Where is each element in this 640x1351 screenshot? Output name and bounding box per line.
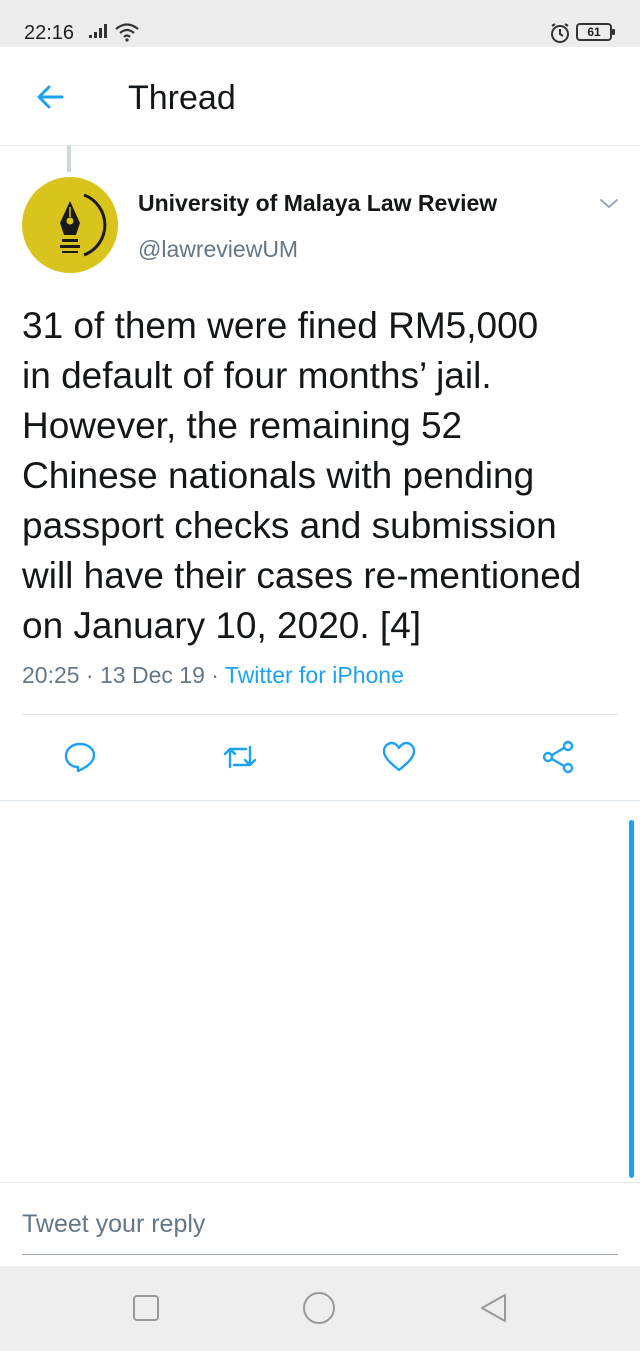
status-bar: 22:16 61 [0, 0, 640, 47]
author-name[interactable]: University of Malaya Law Review [138, 190, 497, 217]
alarm-icon [549, 22, 571, 49]
app-bar: Thread [0, 47, 640, 146]
avatar[interactable] [22, 177, 118, 273]
scrollbar[interactable] [629, 820, 634, 1178]
tweet-date: 13 Dec 19 [100, 662, 205, 688]
system-nav-bar [0, 1266, 640, 1351]
tweet-source-link[interactable]: Twitter for iPhone [225, 662, 404, 688]
share-icon[interactable] [540, 739, 576, 775]
thread-connector [67, 146, 71, 172]
page-title: Thread [128, 79, 236, 117]
meta-separator: · [211, 662, 219, 688]
battery-icon: 61 [576, 23, 615, 41]
tweet-time: 20:25 [22, 662, 80, 688]
retweet-icon[interactable] [221, 739, 257, 775]
tweet-actions [0, 715, 640, 801]
arrow-left-icon[interactable] [34, 81, 66, 113]
reply-icon[interactable] [62, 739, 98, 775]
wifi-icon [114, 22, 140, 47]
chevron-down-icon[interactable] [596, 192, 622, 214]
back-button[interactable] [478, 1292, 508, 1329]
tweet-meta: 20:25 · 13 Dec 19 · Twitter for iPhone [22, 662, 404, 689]
home-button[interactable] [302, 1291, 336, 1330]
reply-input[interactable] [22, 1203, 618, 1255]
like-icon[interactable] [381, 739, 417, 775]
signal-icon [88, 23, 110, 44]
status-time: 22:16 [24, 22, 75, 44]
reply-bar [0, 1182, 640, 1266]
tweet-text: 31 of them were fined RM5,000 in default… [22, 305, 582, 646]
pen-nib-logo-icon [60, 193, 107, 257]
author-handle[interactable]: @lawreviewUM [138, 236, 298, 263]
recents-button[interactable] [132, 1294, 160, 1327]
meta-separator: · [85, 662, 94, 688]
